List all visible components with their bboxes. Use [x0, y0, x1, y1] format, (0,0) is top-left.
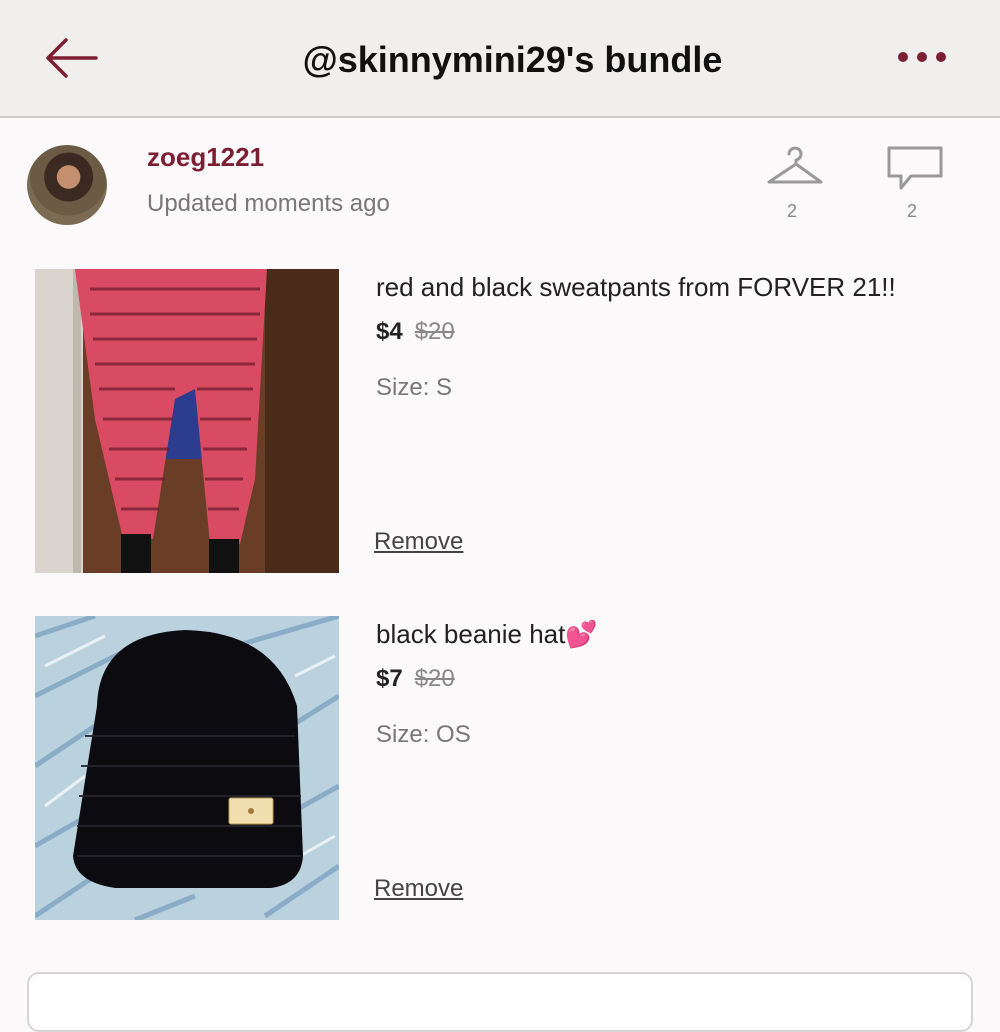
- bundle-summary-card: [27, 972, 973, 1032]
- item-photo-sweatpants[interactable]: [35, 269, 339, 573]
- item-photo-beanie[interactable]: [35, 616, 339, 920]
- original-price: $20: [414, 318, 455, 345]
- likes-count: 2: [786, 201, 797, 221]
- bundle-item: red and black sweatpants from FORVER 21!…: [0, 269, 1000, 574]
- more-options-button[interactable]: [893, 44, 953, 70]
- item-size: Size: OS: [376, 721, 471, 748]
- more-dots-icon: [898, 52, 946, 62]
- speech-bubble-icon: [887, 146, 943, 190]
- item-price: $4 $20: [376, 315, 455, 349]
- page-title: @skinnymini29's bundle: [302, 39, 723, 80]
- back-button[interactable]: [40, 34, 100, 82]
- seller-username[interactable]: zoeg1221: [147, 140, 264, 174]
- avatar[interactable]: [27, 145, 107, 225]
- likes-stat[interactable]: 2: [757, 142, 827, 224]
- item-title[interactable]: red and black sweatpants from FORVER 21!…: [376, 269, 896, 305]
- remove-button[interactable]: Remove: [374, 525, 463, 559]
- current-price: $4: [376, 318, 403, 345]
- original-price: $20: [414, 665, 455, 692]
- current-price: $7: [376, 665, 403, 692]
- updated-timestamp: Updated moments ago: [147, 190, 390, 217]
- item-price: $7 $20: [376, 662, 455, 696]
- item-title[interactable]: black beanie hat💕: [376, 616, 598, 652]
- hanger-icon: [767, 146, 823, 184]
- top-bar: @skinnymini29's bundle: [0, 0, 1000, 118]
- comments-count: 2: [906, 201, 917, 221]
- remove-button[interactable]: Remove: [374, 872, 463, 906]
- comments-stat[interactable]: 2: [877, 142, 947, 224]
- arrow-left-icon: [46, 38, 98, 78]
- item-size: Size: S: [376, 374, 453, 401]
- bundle-item: black beanie hat💕 $7 $20 Size: OS Remove: [0, 616, 1000, 921]
